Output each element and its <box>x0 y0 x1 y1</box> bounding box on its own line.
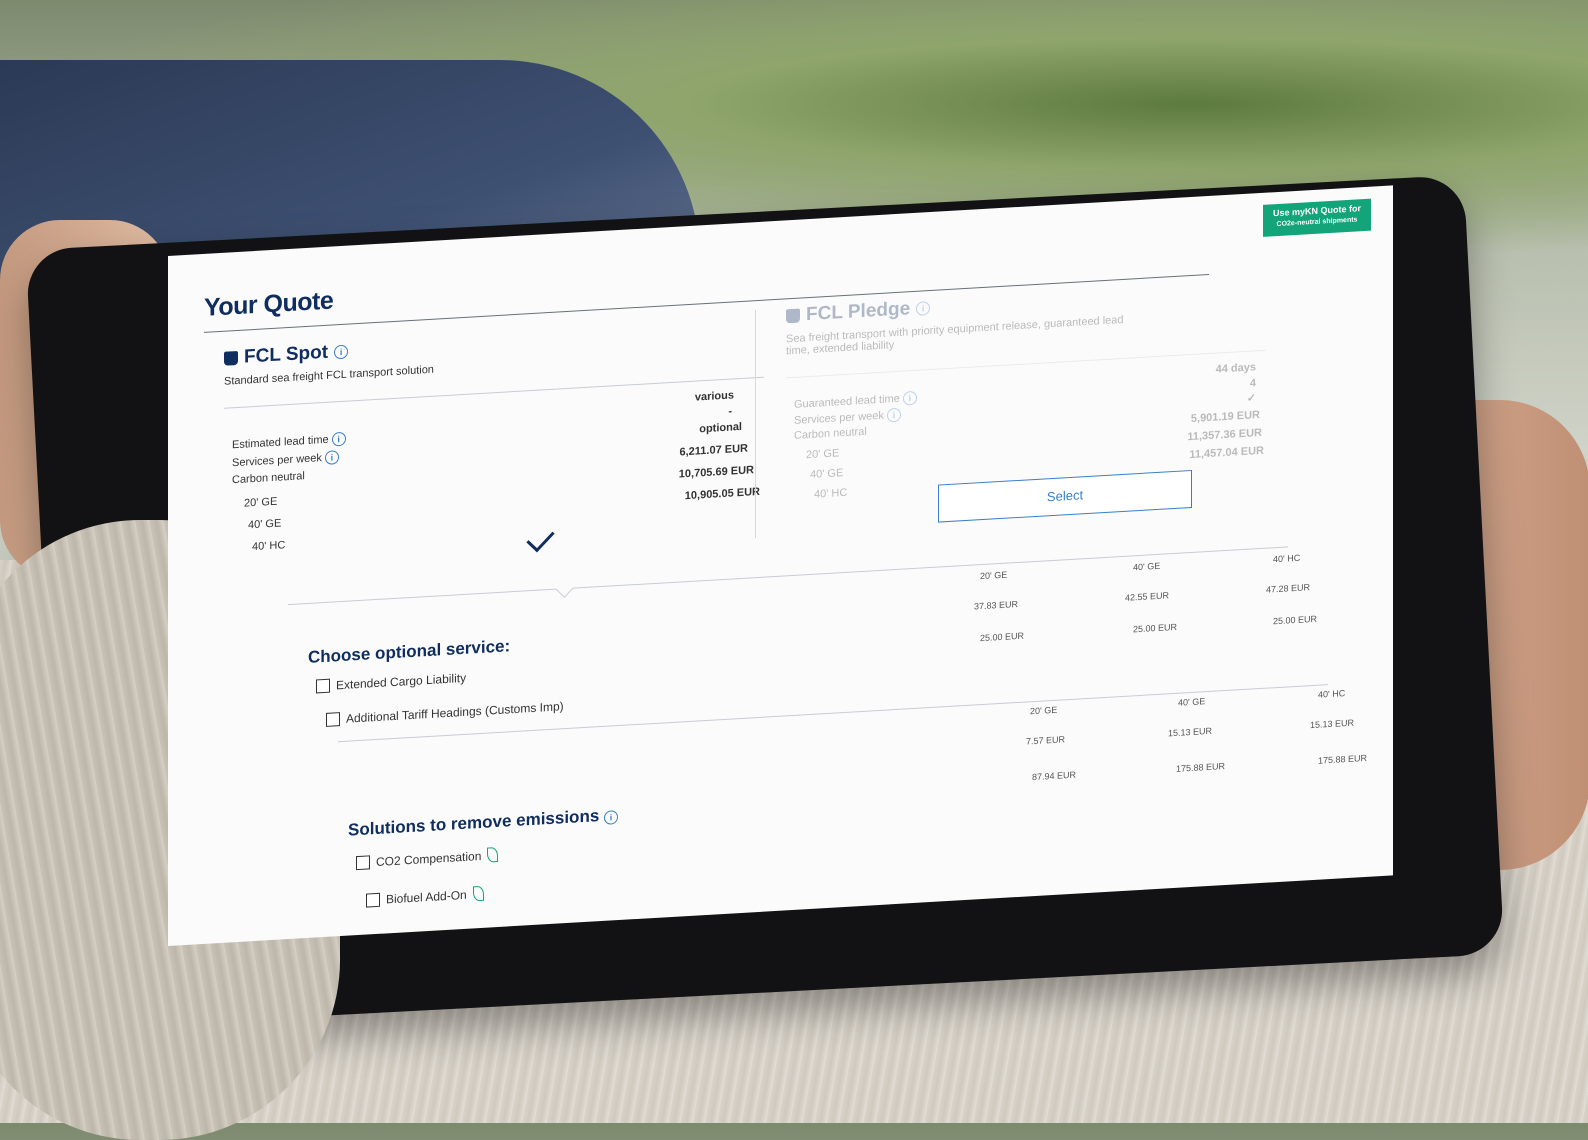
container-label: 40' GE <box>810 467 844 481</box>
option-extended-cargo-liability[interactable]: Extended Cargo Liability <box>316 671 466 694</box>
detail-label: Carbon neutral <box>232 470 305 487</box>
fcl-spot-card[interactable]: FCL Spot i Standard sea freight FCL tran… <box>224 317 764 568</box>
price-cell: 15.13 EUR <box>1168 725 1213 739</box>
price-cell: 175.88 EUR <box>1318 752 1368 766</box>
leaf-icon <box>472 885 484 902</box>
checkbox-icon[interactable] <box>366 892 380 908</box>
checkbox-icon[interactable] <box>356 854 370 870</box>
tablet-screen: Your Quote Use myKN Quote for CO2e-neutr… <box>168 185 1393 946</box>
emissions-heading: Solutions to remove emissions i <box>348 805 619 841</box>
column-header: 20' GE <box>980 569 1008 582</box>
detail-label: Estimated lead time i <box>232 431 346 453</box>
leaf-icon <box>487 846 499 863</box>
container-label: 20' GE <box>244 495 278 510</box>
price-cell: 15.13 EUR <box>1310 717 1355 731</box>
price-value: 10,905.05 EUR <box>684 485 760 503</box>
column-divider <box>755 310 756 539</box>
container-label: 40' HC <box>814 486 848 501</box>
info-icon[interactable]: i <box>331 431 346 447</box>
price-value: 11,357.36 EUR <box>1187 426 1262 444</box>
price-value: 11,457.04 EUR <box>1189 444 1264 462</box>
checkbox-icon[interactable] <box>326 712 340 727</box>
price-cell: 7.57 EUR <box>1026 734 1066 747</box>
detail-value: 44 days <box>1215 361 1256 376</box>
fcl-pledge-title: FCL Pledge <box>806 298 911 326</box>
optional-price-grid: 20' GE 40' GE 40' HC 37.83 EUR 42.55 EUR… <box>968 552 1317 692</box>
price-cell: 47.28 EUR <box>1266 582 1311 595</box>
info-icon[interactable]: i <box>604 810 619 825</box>
price-cell: 87.94 EUR <box>1032 769 1077 783</box>
ship-icon <box>224 350 238 366</box>
emissions-price-grid: 20' GE 40' GE 40' HC 7.57 EUR 15.13 EUR … <box>1018 687 1367 827</box>
price-cell: 42.55 EUR <box>1125 590 1170 603</box>
price-cell: 25.00 EUR <box>980 630 1025 644</box>
detail-value: optional <box>699 420 742 436</box>
option-label: CO2 Compensation <box>376 848 482 869</box>
option-label: Extended Cargo Liability <box>336 670 467 693</box>
fcl-spot-details: Estimated lead time i Services per week … <box>224 388 764 559</box>
emissions-heading-text: Solutions to remove emissions <box>348 806 600 840</box>
fcl-spot-title: FCL Spot <box>244 341 329 368</box>
container-label: 40' HC <box>252 539 286 554</box>
selection-caret <box>555 579 574 598</box>
column-header: 20' GE <box>1030 704 1058 717</box>
checkbox-icon[interactable] <box>316 678 330 694</box>
option-additional-tariff-headings[interactable]: Additional Tariff Headings (Customs Imp) <box>326 699 564 727</box>
co2-neutral-cta-button[interactable]: Use myKN Quote for CO2e-neutral shipment… <box>1263 198 1371 237</box>
detail-value: various <box>694 389 734 404</box>
price-value: 6,211.07 EUR <box>679 442 749 459</box>
detail-value: 4 <box>1249 377 1256 390</box>
info-icon[interactable]: i <box>902 390 917 406</box>
option-biofuel-add-on[interactable]: Biofuel Add-On <box>366 885 484 908</box>
option-label: Additional Tariff Headings (Customs Imp) <box>346 699 564 726</box>
info-icon[interactable]: i <box>886 407 901 423</box>
ship-icon <box>786 308 800 324</box>
column-header: 40' HC <box>1273 552 1301 565</box>
container-label: 20' GE <box>806 447 840 462</box>
price-cell: 37.83 EUR <box>974 598 1019 612</box>
price-cell: 175.88 EUR <box>1176 761 1226 774</box>
container-label: 40' GE <box>248 517 282 532</box>
detail-label: Carbon neutral <box>794 425 867 442</box>
detail-value: ✓ <box>1246 392 1256 405</box>
info-icon[interactable]: i <box>334 344 349 360</box>
column-header: 40' GE <box>1133 560 1161 573</box>
price-cell: 25.00 EUR <box>1273 613 1318 627</box>
info-icon[interactable]: i <box>324 450 339 465</box>
price-cell: 25.00 EUR <box>1133 621 1178 635</box>
option-co2-compensation[interactable]: CO2 Compensation <box>356 846 499 870</box>
price-value: 5,901.19 EUR <box>1190 409 1260 426</box>
detail-value: - <box>728 405 732 418</box>
detail-label: Services per week i <box>232 450 339 470</box>
column-header: 40' HC <box>1318 688 1346 700</box>
optional-service-heading: Choose optional service: <box>308 636 511 667</box>
page-title: Your Quote <box>204 286 334 322</box>
column-header: 40' GE <box>1178 696 1206 708</box>
price-value: 10,705.69 EUR <box>678 464 754 481</box>
option-label: Biofuel Add-On <box>386 887 467 906</box>
info-icon[interactable]: i <box>916 301 931 316</box>
